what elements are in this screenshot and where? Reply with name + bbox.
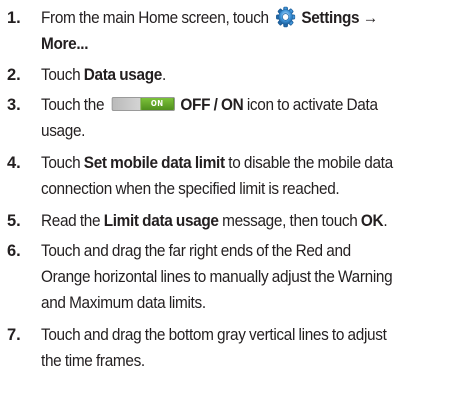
step-number: 3. xyxy=(7,96,21,114)
step-text: icon to activate Data xyxy=(243,96,378,114)
step-text: Orange horizontal lines to manually adju… xyxy=(41,268,393,286)
step-text: Touch xyxy=(41,154,84,172)
step-text: Read the xyxy=(41,212,104,230)
step-number: 2. xyxy=(7,66,21,84)
step-number: 7. xyxy=(7,326,21,344)
settings-gear-icon xyxy=(272,6,298,28)
step-number: 1. xyxy=(7,9,21,27)
step-bold-text: Data usage xyxy=(83,66,162,84)
toggle-on-label: ON xyxy=(141,98,173,110)
step-text: to disable the mobile data xyxy=(224,154,393,172)
step-text: . xyxy=(161,66,166,84)
step-bold-text: More... xyxy=(41,35,89,53)
step-text: connection when the specified limit is r… xyxy=(41,180,340,198)
step-bold-text: OFF / ON xyxy=(180,96,244,114)
step-bold-text: OK xyxy=(360,212,384,230)
step-bold-text: Set mobile data limit xyxy=(83,154,225,172)
step-bold-text: Settings → xyxy=(301,9,378,27)
step-text: Touch and drag the bottom gray vertical … xyxy=(41,326,387,344)
step-text: Touch xyxy=(41,66,84,84)
step-text: From the main Home screen, touch xyxy=(41,9,269,27)
step-text: usage. xyxy=(41,122,86,140)
off-on-toggle-icon: ON xyxy=(111,97,175,111)
step-number: 4. xyxy=(7,154,21,172)
step-number: 5. xyxy=(7,212,21,230)
step-text: Touch the xyxy=(41,96,105,114)
step-text: . xyxy=(383,212,388,230)
step-bold-text: Limit data usage xyxy=(103,212,219,230)
step-text: and Maximum data limits. xyxy=(41,294,206,312)
step-number: 6. xyxy=(7,242,21,260)
step-text: Touch and drag the far right ends of the… xyxy=(41,242,351,260)
step-text: the time frames. xyxy=(41,352,145,370)
step-text: message, then touch xyxy=(218,212,361,230)
